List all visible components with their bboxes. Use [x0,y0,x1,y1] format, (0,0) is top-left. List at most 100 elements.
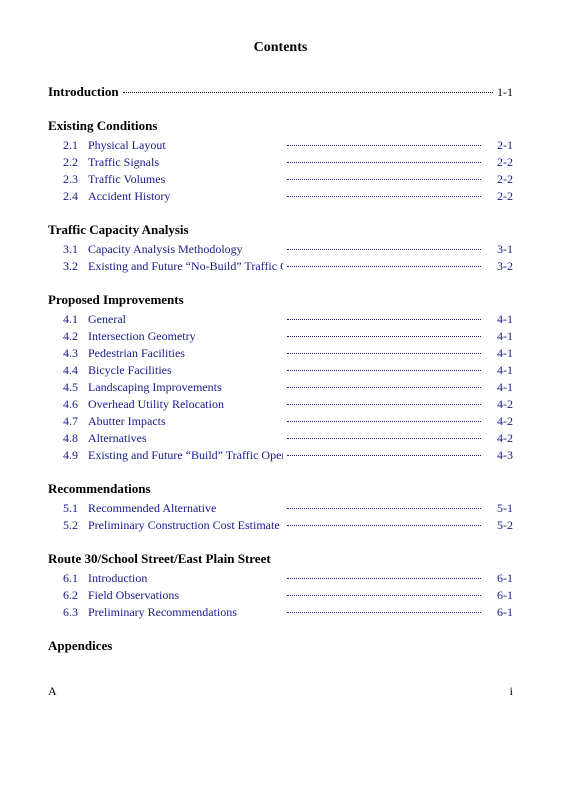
entry-page: 4-2 [485,397,513,412]
entry-num: 2.4 [48,189,88,204]
entry-page: 6-1 [485,588,513,603]
toc-entry: 4.1General4-1 [48,312,513,327]
entry-label: Existing and Future “No-Build” Traffic O… [88,259,283,274]
entry-page: 4-1 [485,363,513,378]
toc-entry: 4.5Landscaping Improvements 4-1 [48,380,513,395]
entry-dots [287,404,482,405]
entry-num: 3.2 [48,259,88,274]
entry-label: Intersection Geometry [88,329,283,344]
footer-left: A [48,684,57,699]
entry-num: 4.7 [48,414,88,429]
entry-num: 4.8 [48,431,88,446]
section-heading: Existing Conditions [48,118,513,134]
entry-label: Bicycle Facilities [88,363,283,378]
entry-dots [287,370,482,371]
toc-entry: 6.1Introduction 6-1 [48,571,513,586]
entry-num: 5.1 [48,501,88,516]
entry-page: 5-2 [485,518,513,533]
section-heading: Route 30/School Street/East Plain Street [48,551,513,567]
entry-label: Recommended Alternative [88,501,283,516]
entry-dots [287,336,482,337]
page-title: Contents [48,40,513,56]
entry-page: 3-1 [485,242,513,257]
toc-entry: 4.3Pedestrian Facilities4-1 [48,346,513,361]
footer-right: i [510,684,513,699]
toc-entry: 4.4Bicycle Facilities4-1 [48,363,513,378]
footer: A i [48,684,513,699]
entry-num: 6.1 [48,571,88,586]
entry-page: 6-1 [485,571,513,586]
toc-entry: 2.1Physical Layout 2-1 [48,138,513,153]
toc-entry: 5.2Preliminary Construction Cost Estimat… [48,518,513,533]
entry-num: 4.2 [48,329,88,344]
entry-page: 4-1 [485,380,513,395]
entry-label: Landscaping Improvements [88,380,283,395]
toc-entry: 2.4Accident History 2-2 [48,189,513,204]
entry-dots [287,179,482,180]
entry-dots [287,438,482,439]
intro-page: 1-1 [497,85,513,100]
entry-dots [287,525,482,526]
entry-label: Preliminary Recommendations [88,605,283,620]
entry-num: 2.1 [48,138,88,153]
section-block: Proposed Improvements4.1General4-14.2Int… [48,292,513,463]
entry-label: General [88,312,283,327]
entry-label: Existing and Future “Build” Traffic Oper… [88,448,283,463]
toc-sections: Existing Conditions 2.1Physical Layout 2-1… [48,118,513,654]
section-heading: Traffic Capacity Analysis [48,222,513,238]
entry-page: 6-1 [485,605,513,620]
toc-entry: 5.1Recommended Alternative 5-1 [48,501,513,516]
entry-num: 2.2 [48,155,88,170]
entry-label: Introduction [88,571,283,586]
entry-dots [287,595,482,596]
entry-page: 2-2 [485,155,513,170]
section-heading: Proposed Improvements [48,292,513,308]
entry-page: 2-2 [485,189,513,204]
entry-page: 2-1 [485,138,513,153]
toc-entry: 4.9Existing and Future “Build” Traffic O… [48,448,513,463]
intro-dots [123,92,493,93]
entry-label: Capacity Analysis Methodology [88,242,283,257]
intro-entry: Introduction 1-1 [48,84,513,100]
entry-page: 5-1 [485,501,513,516]
entry-num: 4.6 [48,397,88,412]
entry-label: Accident History [88,189,283,204]
intro-label: Introduction [48,84,119,100]
entry-dots [287,319,482,320]
section-heading: Recommendations [48,481,513,497]
section-block: Route 30/School Street/East Plain Street… [48,551,513,620]
entry-dots [287,196,482,197]
entry-page: 4-3 [485,448,513,463]
entry-label: Physical Layout [88,138,283,153]
entry-page: 2-2 [485,172,513,187]
entry-label: Field Observations [88,588,283,603]
entry-num: 4.5 [48,380,88,395]
entry-num: 4.1 [48,312,88,327]
toc-entry: 3.2Existing and Future “No-Build” Traffi… [48,259,513,274]
entry-dots [287,145,482,146]
entry-num: 3.1 [48,242,88,257]
toc-entry: 2.2Traffic Signals 2-2 [48,155,513,170]
entry-dots [287,162,482,163]
page: Contents Introduction 1-1 Existing Condi… [0,0,561,795]
entry-label: Traffic Volumes [88,172,283,187]
entry-dots [287,249,482,250]
entry-num: 6.2 [48,588,88,603]
entry-num: 6.3 [48,605,88,620]
entry-dots [287,387,482,388]
entry-dots [287,578,482,579]
section-block: Recommendations 5.1Recommended Alternativ… [48,481,513,533]
entry-dots [287,612,482,613]
toc-entry: 6.3Preliminary Recommendations 6-1 [48,605,513,620]
entry-page: 4-2 [485,414,513,429]
entry-num: 2.3 [48,172,88,187]
toc-entry: 4.2Intersection Geometry4-1 [48,329,513,344]
entry-label: Traffic Signals [88,155,283,170]
entry-num: 4.3 [48,346,88,361]
section-block: Appendices [48,638,513,654]
entry-label: Preliminary Construction Cost Estimate [88,518,283,533]
section-heading: Appendices [48,638,513,654]
entry-page: 3-2 [485,259,513,274]
entry-dots [287,421,482,422]
entry-dots [287,508,482,509]
